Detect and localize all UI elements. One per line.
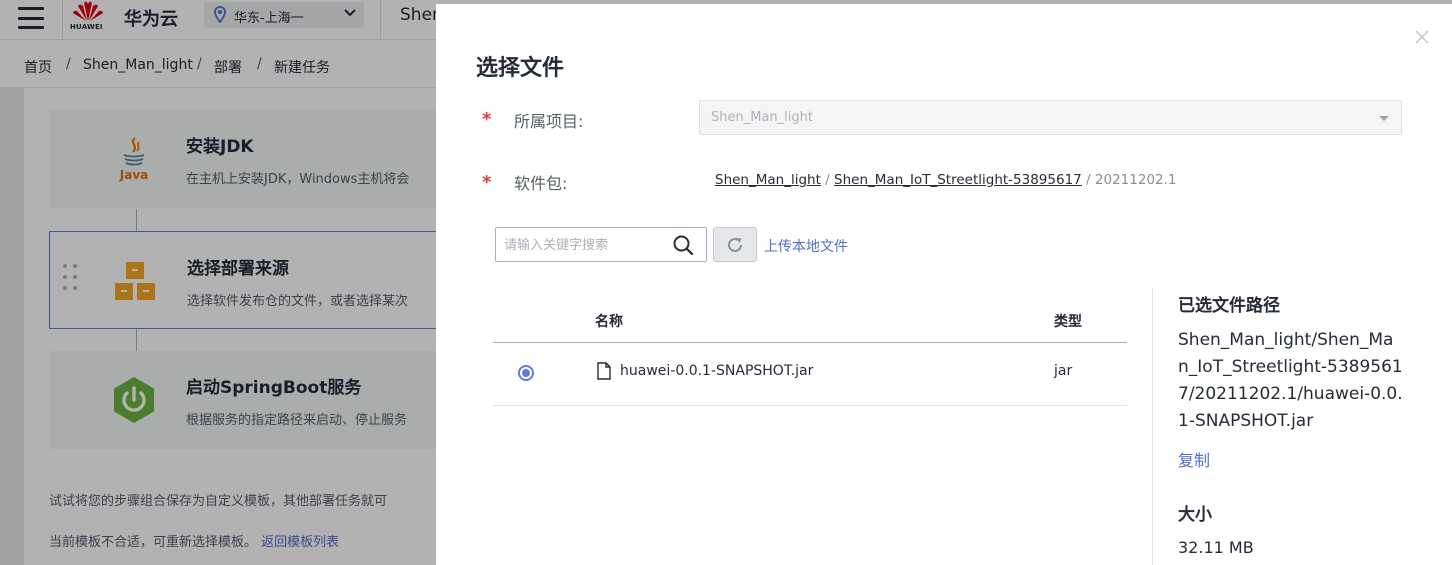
search-icon[interactable] bbox=[673, 235, 693, 255]
path-separator: / bbox=[1081, 172, 1095, 188]
package-path-project-link[interactable]: Shen_Man_light bbox=[715, 172, 821, 188]
row-radio-selected[interactable] bbox=[518, 365, 534, 381]
project-select[interactable]: Shen_Man_light bbox=[699, 100, 1402, 135]
select-file-drawer: 选择文件 * 所属项目: Shen_Man_light * 软件包: Shen_… bbox=[436, 4, 1452, 565]
file-name: huawei-0.0.1-SNAPSHOT.jar bbox=[620, 363, 814, 379]
package-path-version: 20211202.1 bbox=[1094, 172, 1177, 188]
package-path: Shen_Man_light / Shen_Man_IoT_Streetligh… bbox=[715, 172, 1177, 188]
required-mark: * bbox=[482, 109, 492, 130]
package-label: 软件包: bbox=[514, 174, 568, 193]
required-mark: * bbox=[482, 172, 492, 193]
column-name: 名称 bbox=[595, 314, 623, 330]
selected-path-value: Shen_Man_light/Shen_Man_IoT_Streetlight-… bbox=[1178, 330, 1403, 431]
file-icon bbox=[597, 362, 611, 380]
search-input[interactable] bbox=[504, 235, 664, 255]
table-row[interactable]: huawei-0.0.1-SNAPSHOT.jar jar bbox=[493, 343, 1127, 406]
path-separator: / bbox=[820, 172, 835, 188]
refresh-button[interactable] bbox=[713, 227, 757, 262]
package-path-repo-link[interactable]: Shen_Man_IoT_Streetlight-53895617 bbox=[834, 172, 1082, 188]
drawer-title: 选择文件 bbox=[476, 56, 565, 81]
upload-local-file-link[interactable]: 上传本地文件 bbox=[764, 236, 848, 256]
search-box bbox=[495, 227, 707, 262]
project-label: 所属项目: bbox=[514, 112, 584, 131]
file-type: jar bbox=[1054, 363, 1073, 379]
panel-divider bbox=[1152, 288, 1153, 565]
project-select-value: Shen_Man_light bbox=[711, 110, 813, 125]
selected-path-title: 已选文件路径 bbox=[1178, 296, 1280, 316]
close-icon[interactable] bbox=[1415, 30, 1429, 44]
size-value: 32.11 MB bbox=[1178, 538, 1254, 557]
size-title: 大小 bbox=[1178, 505, 1212, 525]
column-type: 类型 bbox=[1054, 314, 1082, 330]
copy-button[interactable]: 复制 bbox=[1178, 447, 1210, 471]
refresh-icon bbox=[728, 237, 742, 252]
file-table-header: 名称 类型 bbox=[493, 295, 1127, 343]
caret-down-icon bbox=[1379, 116, 1389, 121]
